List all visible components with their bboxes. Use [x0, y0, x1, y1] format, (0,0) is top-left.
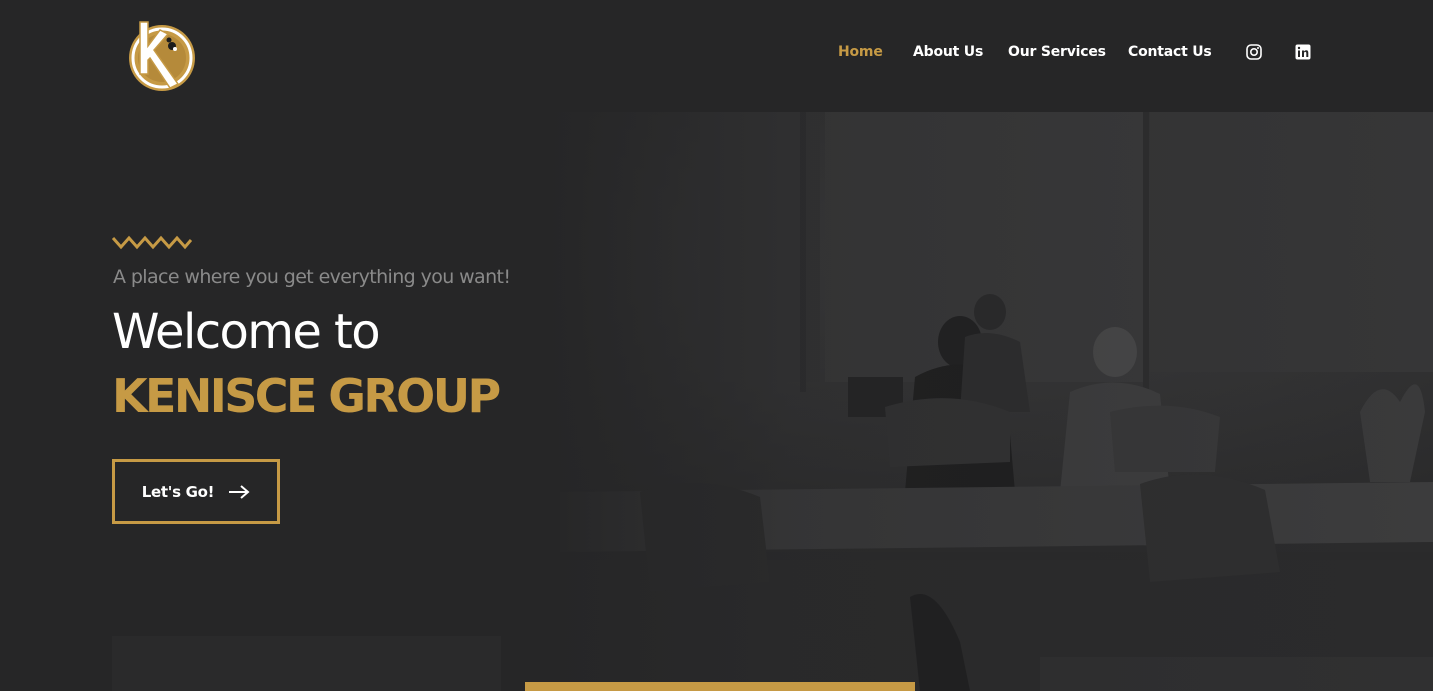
site-header: Home About Us Our Services Contact Us	[0, 0, 1433, 112]
nav-item-contact-us[interactable]: Contact Us	[1128, 41, 1212, 63]
hero-brand-name: KENISCE GROUP	[112, 369, 501, 423]
hero-tagline: A place where you get everything you wan…	[113, 266, 511, 288]
lets-go-button[interactable]: Let's Go!	[112, 459, 280, 524]
feature-accent-bar	[525, 682, 915, 691]
nav-item-our-services[interactable]: Our Services	[1008, 41, 1106, 63]
nav-item-home[interactable]: Home	[838, 41, 883, 63]
arrow-right-icon	[229, 484, 250, 499]
lets-go-label: Let's Go!	[141, 482, 215, 501]
hero-heading: Welcome to	[112, 304, 381, 360]
main-nav: Home About Us Our Services Contact Us	[0, 41, 1433, 63]
linkedin-icon[interactable]	[1295, 44, 1311, 60]
zigzag-divider-icon	[112, 235, 192, 250]
feature-card-panel	[112, 636, 501, 691]
instagram-icon[interactable]	[1246, 44, 1262, 60]
nav-item-about-us[interactable]: About Us	[913, 41, 983, 63]
